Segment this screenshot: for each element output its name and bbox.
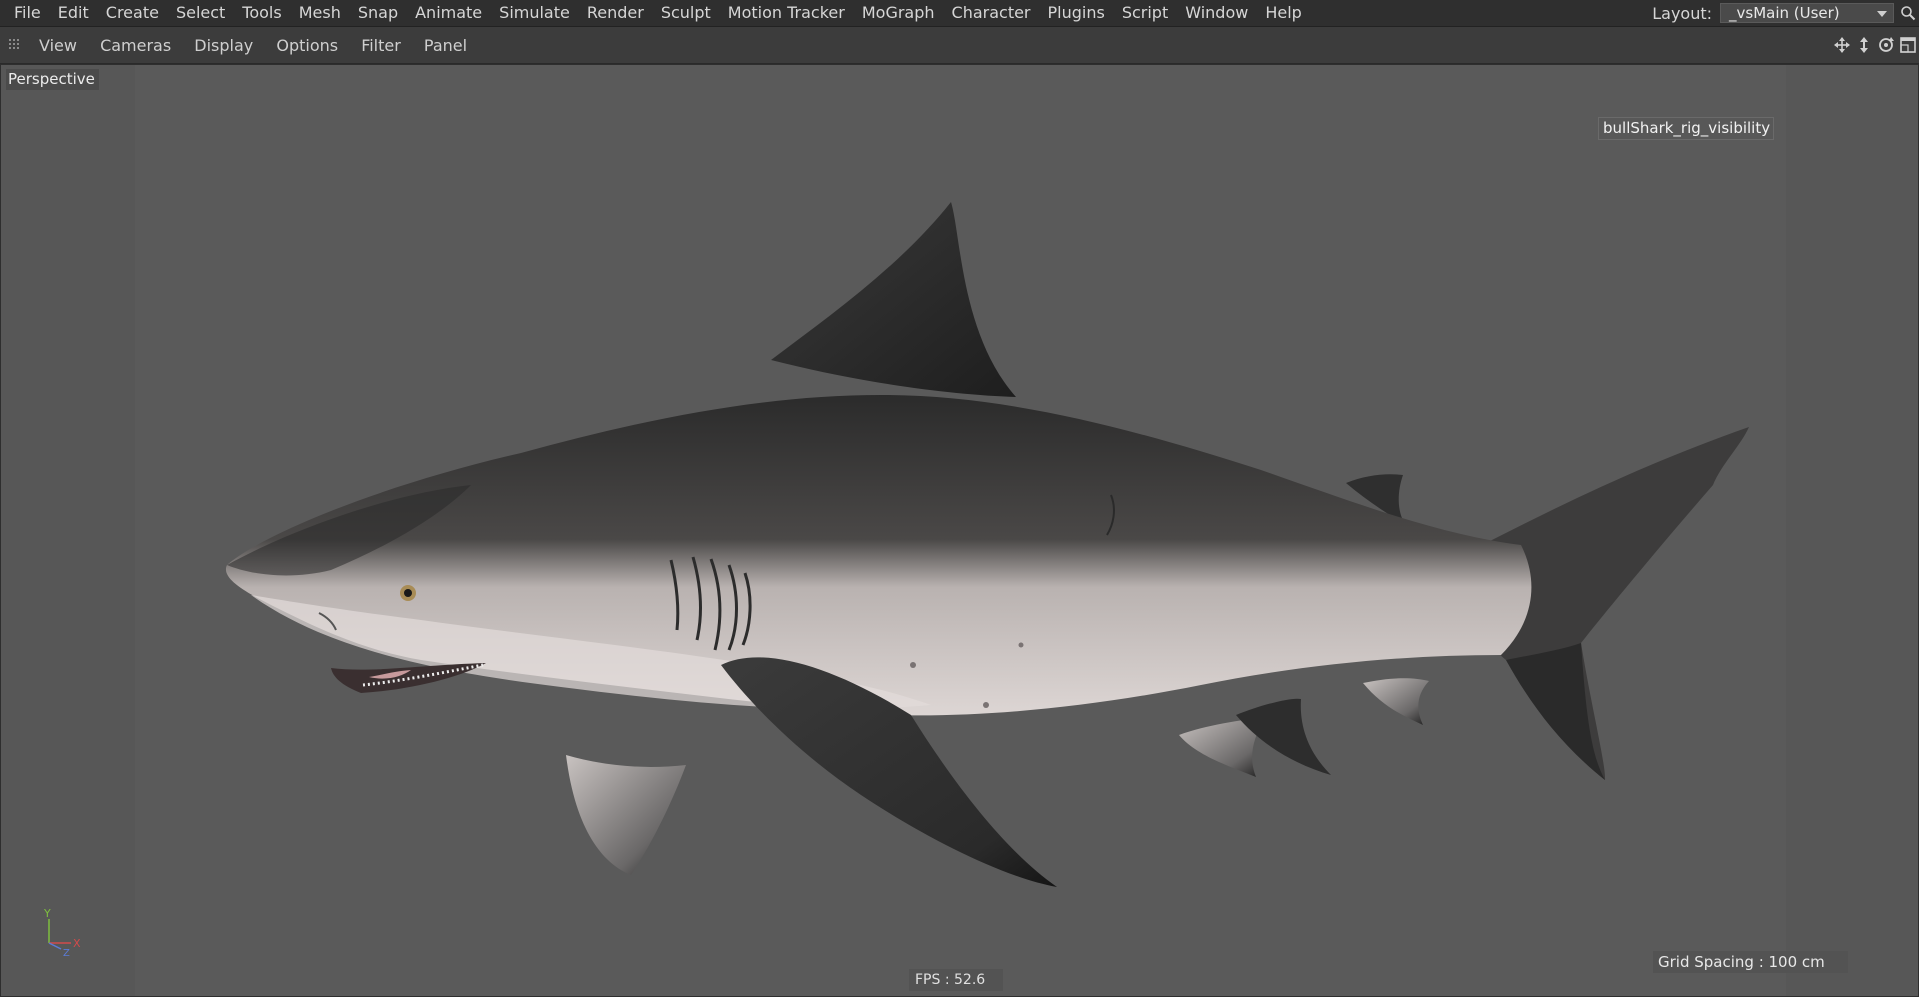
- search-icon[interactable]: [1897, 2, 1919, 24]
- menu-snap[interactable]: Snap: [350, 0, 407, 26]
- menu-script[interactable]: Script: [1114, 0, 1177, 26]
- menu-create[interactable]: Create: [98, 0, 168, 26]
- menu-help[interactable]: Help: [1257, 0, 1310, 26]
- camera-name-label[interactable]: Perspective: [6, 69, 99, 90]
- layout-dropdown-value: _vsMain (User): [1729, 4, 1840, 22]
- viewport-menu-filter[interactable]: Filter: [352, 36, 410, 55]
- maximize-icon[interactable]: [1899, 36, 1917, 54]
- rotate-icon[interactable]: [1877, 36, 1895, 54]
- menu-motion-tracker[interactable]: Motion Tracker: [720, 0, 854, 26]
- menu-tools[interactable]: Tools: [234, 0, 290, 26]
- menu-window[interactable]: Window: [1177, 0, 1257, 26]
- menu-animate[interactable]: Animate: [407, 0, 491, 26]
- grid-spacing-readout: Grid Spacing : 100 cm: [1653, 951, 1848, 973]
- main-menubar: File Edit Create Select Tools Mesh Snap …: [0, 0, 1919, 27]
- dolly-icon[interactable]: [1855, 36, 1873, 54]
- layout-switcher: Layout: _vsMain (User): [1652, 0, 1919, 26]
- menu-select[interactable]: Select: [168, 0, 234, 26]
- menu-file[interactable]: File: [6, 0, 50, 26]
- viewport-menubar: View Cameras Display Options Filter Pane…: [0, 27, 1919, 64]
- chevron-down-icon: [1877, 11, 1887, 17]
- menu-mograph[interactable]: MoGraph: [854, 0, 944, 26]
- viewport-menu-cameras[interactable]: Cameras: [91, 36, 180, 55]
- menu-edit[interactable]: Edit: [50, 0, 98, 26]
- perspective-viewport[interactable]: Perspective bullShark_rig_visibility Y X…: [0, 64, 1919, 997]
- layout-dropdown[interactable]: _vsMain (User): [1720, 3, 1894, 23]
- viewport-menu-display[interactable]: Display: [185, 36, 262, 55]
- menu-character[interactable]: Character: [944, 0, 1040, 26]
- move-icon[interactable]: [1833, 36, 1851, 54]
- axis-x-label: X: [73, 937, 81, 950]
- menu-render[interactable]: Render: [579, 0, 653, 26]
- axis-z-line: [48, 942, 62, 950]
- axis-gizmo: Y X Z: [43, 907, 81, 957]
- viewport-menu-panel[interactable]: Panel: [415, 36, 476, 55]
- menu-plugins[interactable]: Plugins: [1040, 0, 1114, 26]
- main-menu: File Edit Create Select Tools Mesh Snap …: [0, 0, 1311, 26]
- object-name-label: bullShark_rig_visibility: [1598, 117, 1775, 140]
- viewport-menu-options[interactable]: Options: [267, 36, 347, 55]
- viewport-menu: View Cameras Display Options Filter Pane…: [30, 36, 476, 55]
- menu-simulate[interactable]: Simulate: [491, 0, 579, 26]
- menu-sculpt[interactable]: Sculpt: [653, 0, 720, 26]
- viewport-navigation: [1833, 36, 1917, 54]
- axis-z-label: Z: [63, 948, 70, 957]
- axis-y-label: Y: [43, 907, 51, 920]
- bull-shark-model[interactable]: [1, 65, 1919, 997]
- layout-label: Layout:: [1652, 3, 1712, 23]
- grip-icon[interactable]: [8, 38, 22, 52]
- viewport-menu-view[interactable]: View: [30, 36, 86, 55]
- menu-mesh[interactable]: Mesh: [291, 0, 350, 26]
- fps-readout: FPS : 52.6: [909, 969, 1003, 991]
